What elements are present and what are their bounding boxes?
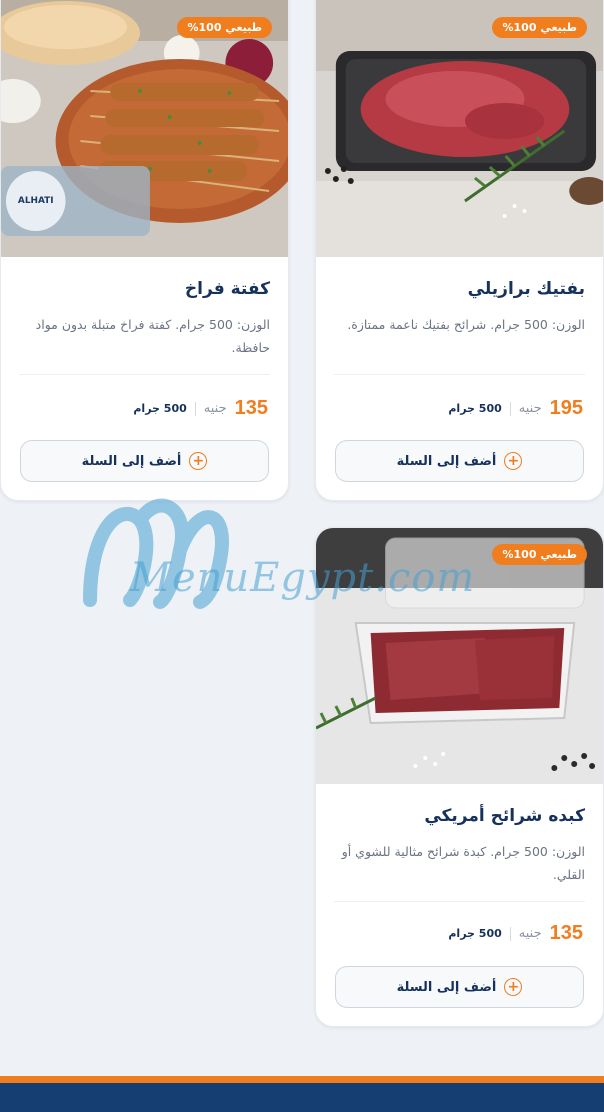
divider bbox=[509, 401, 511, 416]
product-description: الوزن: 500 جرام. شرائح بفتيك ناعمة ممتاز… bbox=[347, 317, 585, 332]
product-card-beefsteak: طبيعي 100% بفتيك برازيلي الوزن: 500 جرام… bbox=[315, 0, 604, 501]
natural-badge: طبيعي 100% bbox=[492, 17, 587, 38]
product-description: الوزن: 500 جرام. كبدة شرائح مثالية للشوي… bbox=[341, 844, 585, 882]
weight-label: 500 جرام bbox=[448, 402, 502, 415]
price-row: 135 جنيه 500 جرام bbox=[133, 397, 268, 420]
weight-label: 500 جرام bbox=[448, 927, 502, 940]
divider bbox=[334, 901, 585, 902]
product-card-liver-slices: طبيعي 100% كبده شرائح أمريكي الوزن: 500 … bbox=[315, 527, 604, 1027]
add-to-cart-button[interactable]: + أضف إلى السلة bbox=[335, 966, 584, 1008]
plus-circle-icon: + bbox=[504, 452, 523, 470]
price-row: 135 جنيه 500 جرام bbox=[448, 922, 583, 945]
currency-label: جنيه bbox=[518, 926, 542, 941]
natural-badge: طبيعي 100% bbox=[177, 17, 272, 38]
add-to-cart-label: أضف إلى السلة bbox=[81, 453, 182, 469]
plus-circle-icon: + bbox=[504, 978, 523, 996]
natural-badge: طبيعي 100% bbox=[492, 544, 587, 565]
divider bbox=[509, 926, 511, 941]
add-to-cart-label: أضف إلى السلة bbox=[396, 979, 497, 995]
currency-label: جنيه bbox=[203, 401, 227, 416]
product-title: كبده شرائح أمريكي bbox=[424, 806, 585, 826]
weight-label: 500 جرام bbox=[133, 402, 187, 415]
currency-label: جنيه bbox=[518, 401, 542, 416]
price-value: 195 bbox=[549, 397, 583, 419]
divider bbox=[19, 374, 270, 375]
product-description: الوزن: 500 جرام. كفتة فراخ متبلة بدون مو… bbox=[35, 317, 270, 355]
divider bbox=[194, 401, 196, 416]
footer-bar bbox=[0, 1076, 604, 1112]
price-value: 135 bbox=[549, 922, 583, 944]
divider bbox=[334, 374, 585, 375]
product-image[interactable]: ALHATI bbox=[1, 0, 288, 257]
add-to-cart-label: أضف إلى السلة bbox=[396, 453, 497, 469]
svg-text:ALHATI: ALHATI bbox=[18, 196, 54, 206]
product-title: بفتيك برازيلي bbox=[467, 279, 585, 299]
add-to-cart-button[interactable]: + أضف إلى السلة bbox=[335, 440, 584, 482]
watermark-text: MenuEgypt.com bbox=[130, 555, 476, 601]
add-to-cart-button[interactable]: + أضف إلى السلة bbox=[20, 440, 269, 482]
product-card-chicken-kofta: ALHATI طبيعي 100% كفتة فراخ الوزن: 500 ج… bbox=[0, 0, 289, 501]
product-image[interactable] bbox=[316, 0, 603, 257]
price-value: 135 bbox=[234, 397, 268, 419]
price-row: 195 جنيه 500 جرام bbox=[448, 397, 583, 420]
product-title: كفتة فراخ bbox=[184, 279, 270, 299]
plus-circle-icon: + bbox=[189, 452, 208, 470]
